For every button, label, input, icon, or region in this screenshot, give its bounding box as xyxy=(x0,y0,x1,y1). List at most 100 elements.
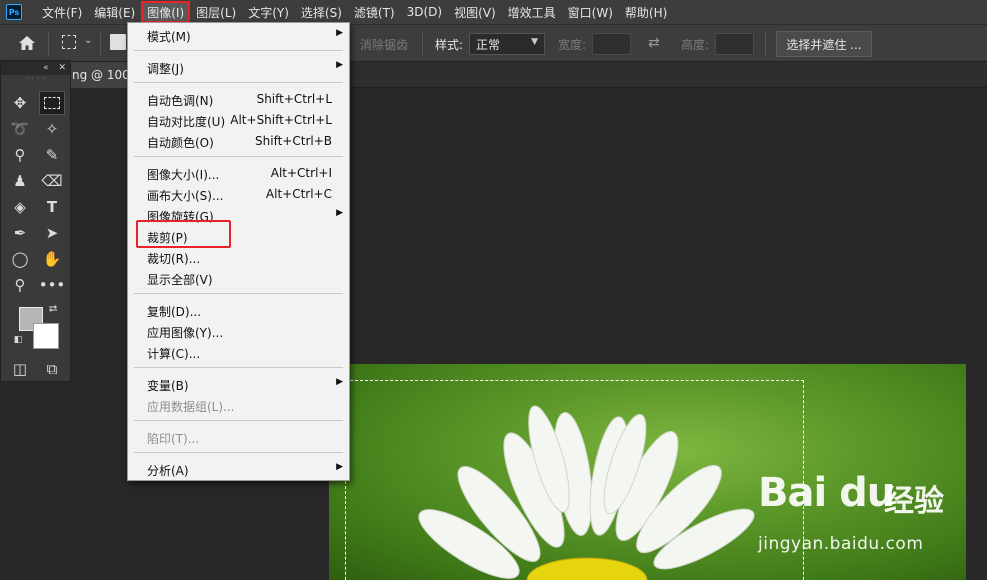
menu-item-image-size[interactable]: 图像大小(I)... Alt+Ctrl+I xyxy=(128,163,349,183)
menu-item-variables[interactable]: 变量(B) ▶ xyxy=(128,374,349,394)
menu-item-shortcut: Shift+Ctrl+B xyxy=(255,134,332,148)
submenu-arrow-icon: ▶ xyxy=(336,60,343,70)
baidu-jingyan-watermark: Bai du 经验 jingyan.baidu.com xyxy=(758,470,968,560)
menu-item-calculations[interactable]: 计算(C)... xyxy=(128,342,349,362)
menu-item-shortcut: Alt+Ctrl+I xyxy=(270,166,332,180)
menu-view[interactable]: 视图(V) xyxy=(448,1,502,23)
menu-item-auto-contrast[interactable]: 自动对比度(U) Alt+Shift+Ctrl+L xyxy=(128,110,349,130)
move-tool-icon[interactable]: ✥ xyxy=(7,91,33,115)
menu-help[interactable]: 帮助(H) xyxy=(619,1,673,23)
menu-item-label: 模式(M) xyxy=(147,30,191,44)
eyedropper-tool-icon[interactable]: ⚲ xyxy=(7,143,33,167)
menu-item-label: 陷印(T)... xyxy=(147,432,200,446)
menu-type[interactable]: 文字(Y) xyxy=(242,1,295,23)
menu-item-label: 自动颜色(O) xyxy=(147,136,214,150)
swap-colors-icon[interactable]: ⮂ xyxy=(45,301,61,317)
height-input[interactable] xyxy=(715,33,754,55)
menu-item-label: 应用数据组(L)... xyxy=(147,400,235,414)
menu-item-shortcut: Alt+Shift+Ctrl+L xyxy=(230,113,332,127)
rect-marquee-icon[interactable] xyxy=(62,35,76,49)
document-tab[interactable]: ng @ 100% xyxy=(70,62,130,88)
collapse-icon[interactable]: « xyxy=(43,63,49,73)
toolbox-grip[interactable]: · · · · xyxy=(1,75,70,85)
style-select[interactable]: 正常 ▼ xyxy=(469,33,545,55)
menu-item-reveal-all[interactable]: 显示全部(V) xyxy=(128,268,349,288)
quick-mask-icon[interactable]: ◫ xyxy=(7,357,33,381)
style-label: 样式: xyxy=(435,38,464,52)
screen-mode-icon[interactable]: ⧉ xyxy=(39,357,65,381)
more-tools-icon[interactable]: ••• xyxy=(39,273,66,297)
zoom-tool-icon[interactable]: ⚲ xyxy=(7,273,33,297)
menu-item-label: 调整(J) xyxy=(147,62,184,76)
submenu-arrow-icon: ▶ xyxy=(336,377,343,387)
menu-file[interactable]: 文件(F) xyxy=(36,1,88,23)
menu-edit[interactable]: 编辑(E) xyxy=(88,1,141,23)
style-value: 正常 xyxy=(476,38,501,52)
hand-tool-icon[interactable]: ✋ xyxy=(39,247,65,271)
menu-item-trap: 陷印(T)... xyxy=(128,427,349,447)
default-colors-icon[interactable]: ◧ xyxy=(11,333,25,347)
menu-item-label: 应用图像(Y)... xyxy=(147,326,224,340)
width-input[interactable] xyxy=(592,33,631,55)
submenu-arrow-icon: ▶ xyxy=(336,208,343,218)
menu-item-label: 显示全部(V) xyxy=(147,273,213,287)
menu-separator xyxy=(134,420,343,421)
menu-item-auto-tone[interactable]: 自动色调(N) Shift+Ctrl+L xyxy=(128,89,349,109)
marquee-tool-icon[interactable] xyxy=(39,91,65,115)
menu-item-apply-data-set: 应用数据组(L)... xyxy=(128,395,349,415)
antialias-label[interactable]: 消除锯齿 xyxy=(360,36,408,53)
menu-separator xyxy=(134,367,343,368)
width-label: 宽度: xyxy=(558,38,587,52)
close-icon[interactable]: ✕ xyxy=(58,63,66,73)
swap-icon[interactable]: ⇄ xyxy=(648,35,660,51)
path-selection-tool-icon[interactable]: ➤ xyxy=(39,221,65,245)
menu-separator xyxy=(134,82,343,83)
menu-item-analysis[interactable]: 分析(A) ▶ xyxy=(128,459,349,479)
background-color-swatch[interactable] xyxy=(33,323,59,349)
menu-item-label: 自动对比度(U) xyxy=(147,115,226,129)
pen-tool-icon[interactable]: ✒ xyxy=(7,221,33,245)
lasso-tool-icon[interactable]: ➰ xyxy=(7,117,33,141)
photoshop-logo: Ps xyxy=(6,4,22,20)
type-tool-icon[interactable]: T xyxy=(39,195,65,219)
menu-item-label: 复制(D)... xyxy=(147,305,202,319)
menu-item-label: 分析(A) xyxy=(147,464,189,478)
new-selection-icon[interactable] xyxy=(110,34,126,50)
menu-image[interactable]: 图像(I) xyxy=(141,1,191,23)
menu-item-trim[interactable]: 裁切(R)... xyxy=(128,247,349,267)
image-menu-dropdown: 模式(M) ▶ 调整(J) ▶ 自动色调(N) Shift+Ctrl+L 自动对… xyxy=(127,22,350,481)
menu-item-label: 图像大小(I)... xyxy=(147,168,220,182)
menu-item-duplicate[interactable]: 复制(D)... xyxy=(128,300,349,320)
menu-plugins[interactable]: 增效工具 xyxy=(502,1,562,23)
menu-layer[interactable]: 图层(L) xyxy=(190,1,242,23)
toolbox-header: « ✕ xyxy=(1,61,70,75)
menu-filter[interactable]: 滤镜(T) xyxy=(348,1,401,23)
menu-separator xyxy=(134,452,343,453)
selection-marquee xyxy=(345,380,804,580)
menu-item-apply-image[interactable]: 应用图像(Y)... xyxy=(128,321,349,341)
paint-bucket-tool-icon[interactable]: ◈ xyxy=(7,195,33,219)
submenu-arrow-icon: ▶ xyxy=(336,462,343,472)
menu-item-auto-color[interactable]: 自动颜色(O) Shift+Ctrl+B xyxy=(128,131,349,151)
stamp-tool-icon[interactable]: ♟ xyxy=(7,169,33,193)
menu-item-mode[interactable]: 模式(M) ▶ xyxy=(128,25,349,45)
ellipse-tool-icon[interactable]: ◯ xyxy=(7,247,33,271)
menu-item-canvas-size[interactable]: 画布大小(S)... Alt+Ctrl+C xyxy=(128,184,349,204)
eraser-tool-icon[interactable]: ⌫ xyxy=(39,169,65,193)
chevron-down-icon[interactable]: ⌄ xyxy=(84,35,92,46)
height-label: 高度: xyxy=(681,38,710,52)
magic-wand-tool-icon[interactable]: ✧ xyxy=(39,117,65,141)
divider xyxy=(48,32,49,56)
divider xyxy=(100,32,101,56)
brush-tool-icon[interactable]: ✎ xyxy=(39,143,65,167)
menu-select[interactable]: 选择(S) xyxy=(295,1,348,23)
menu-3d[interactable]: 3D(D) xyxy=(401,1,448,23)
submenu-arrow-icon: ▶ xyxy=(336,28,343,38)
select-and-mask-button[interactable]: 选择并遮住 ... xyxy=(776,31,872,57)
home-icon[interactable] xyxy=(18,35,36,51)
toolbox-panel: « ✕ · · · · ✥ ➰ ✧ ⚲ ✎ ♟ ⌫ ◈ T ✒ ➤ ◯ ✋ ⚲ … xyxy=(0,60,71,382)
menu-separator xyxy=(134,293,343,294)
menu-window[interactable]: 窗口(W) xyxy=(562,1,619,23)
menu-item-adjustments[interactable]: 调整(J) ▶ xyxy=(128,57,349,77)
chevron-down-icon: ▼ xyxy=(531,37,538,47)
